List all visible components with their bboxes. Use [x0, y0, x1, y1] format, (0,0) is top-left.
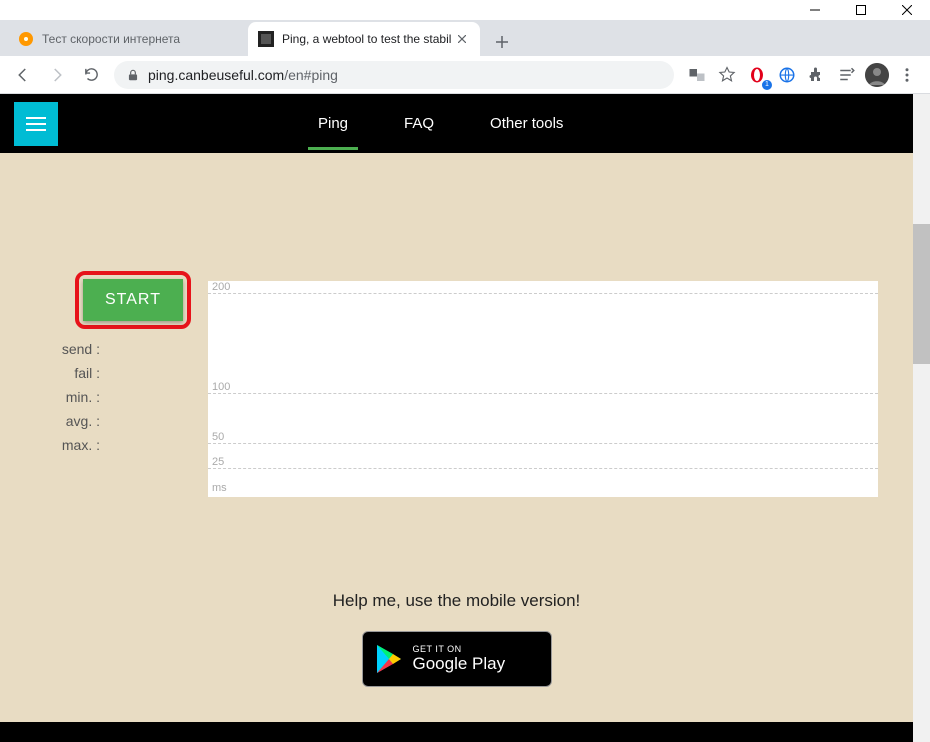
start-button-wrapper: START	[83, 279, 183, 321]
nav-link-ping[interactable]: Ping	[318, 115, 348, 150]
hamburger-icon	[26, 117, 46, 131]
ping-chart: 200 100 50 25 ms	[208, 281, 878, 497]
page-content: START send : fail : min. : avg. : max. :…	[0, 153, 913, 742]
browser-toolbar: ping.canbeuseful.com/en#ping 1	[0, 56, 930, 94]
url-path: /en#ping	[284, 67, 338, 83]
stat-min-label: min. :	[50, 385, 100, 409]
google-play-icon	[373, 643, 405, 675]
chart-ylabel: ms	[212, 482, 227, 494]
forward-button[interactable]	[40, 60, 74, 90]
tab-favicon-icon	[258, 31, 274, 47]
stats-panel: send : fail : min. : avg. : max. :	[50, 337, 100, 457]
toolbar-actions: 1	[680, 62, 924, 88]
address-bar[interactable]: ping.canbeuseful.com/en#ping	[114, 61, 674, 89]
page-footer-strip	[0, 722, 913, 742]
vertical-scrollbar[interactable]	[913, 94, 930, 742]
tab-title: Ping, a webtool to test the stabil	[282, 32, 454, 46]
browser-tab-0[interactable]: Тест скорости интернета	[8, 22, 240, 56]
tab-close-icon[interactable]	[454, 31, 470, 47]
chart-ytick: 25	[212, 456, 224, 468]
badge: 1	[762, 80, 772, 90]
start-button[interactable]: START	[83, 279, 183, 321]
back-button[interactable]	[6, 60, 40, 90]
tab-favicon-icon	[18, 31, 34, 47]
window-minimize-button[interactable]	[792, 0, 838, 20]
nav-links: Ping FAQ Other tools	[318, 97, 563, 150]
chart-gridline	[208, 443, 878, 444]
gplay-line1: GET IT ON	[413, 644, 506, 654]
nav-link-other-tools[interactable]: Other tools	[490, 115, 563, 150]
lock-icon	[126, 68, 140, 82]
extension-globe-icon[interactable]	[774, 62, 800, 88]
window-maximize-button[interactable]	[838, 0, 884, 20]
help-text: Help me, use the mobile version!	[0, 591, 913, 611]
browser-menu-icon[interactable]	[894, 62, 920, 88]
chart-gridline	[208, 293, 878, 294]
bookmark-star-icon[interactable]	[714, 62, 740, 88]
gplay-line2: Google Play	[413, 654, 506, 674]
google-play-text: GET IT ON Google Play	[413, 644, 506, 674]
stat-send-label: send :	[50, 337, 100, 361]
browser-tabstrip: Тест скорости интернета Ping, a webtool …	[0, 20, 930, 56]
stat-max-label: max. :	[50, 433, 100, 457]
window-titlebar	[0, 0, 930, 20]
page-navbar: Ping FAQ Other tools	[0, 94, 913, 153]
scrollbar-thumb[interactable]	[913, 224, 930, 364]
extensions-puzzle-icon[interactable]	[804, 62, 830, 88]
nav-link-faq[interactable]: FAQ	[404, 115, 434, 150]
browser-tab-1[interactable]: Ping, a webtool to test the stabil	[248, 22, 480, 56]
new-tab-button[interactable]	[488, 28, 516, 56]
chart-gridline	[208, 393, 878, 394]
chart-ytick: 100	[212, 381, 230, 393]
translate-icon[interactable]	[684, 62, 710, 88]
url-host: ping.canbeuseful.com	[148, 67, 284, 83]
chart-gridline	[208, 468, 878, 469]
google-play-badge[interactable]: GET IT ON Google Play	[362, 631, 552, 687]
chart-ytick: 50	[212, 431, 224, 443]
window-close-button[interactable]	[884, 0, 930, 20]
tab-title: Тест скорости интернета	[42, 32, 230, 46]
hamburger-menu-button[interactable]	[14, 102, 58, 146]
avatar-icon	[865, 63, 889, 87]
chart-ytick: 200	[212, 281, 230, 293]
extension-opera-icon[interactable]: 1	[744, 62, 770, 88]
stat-avg-label: avg. :	[50, 409, 100, 433]
stat-fail-label: fail :	[50, 361, 100, 385]
profile-avatar[interactable]	[864, 62, 890, 88]
page-viewport: Ping FAQ Other tools START send : fail :…	[0, 94, 930, 742]
reading-list-icon[interactable]	[834, 62, 860, 88]
reload-button[interactable]	[74, 60, 108, 90]
